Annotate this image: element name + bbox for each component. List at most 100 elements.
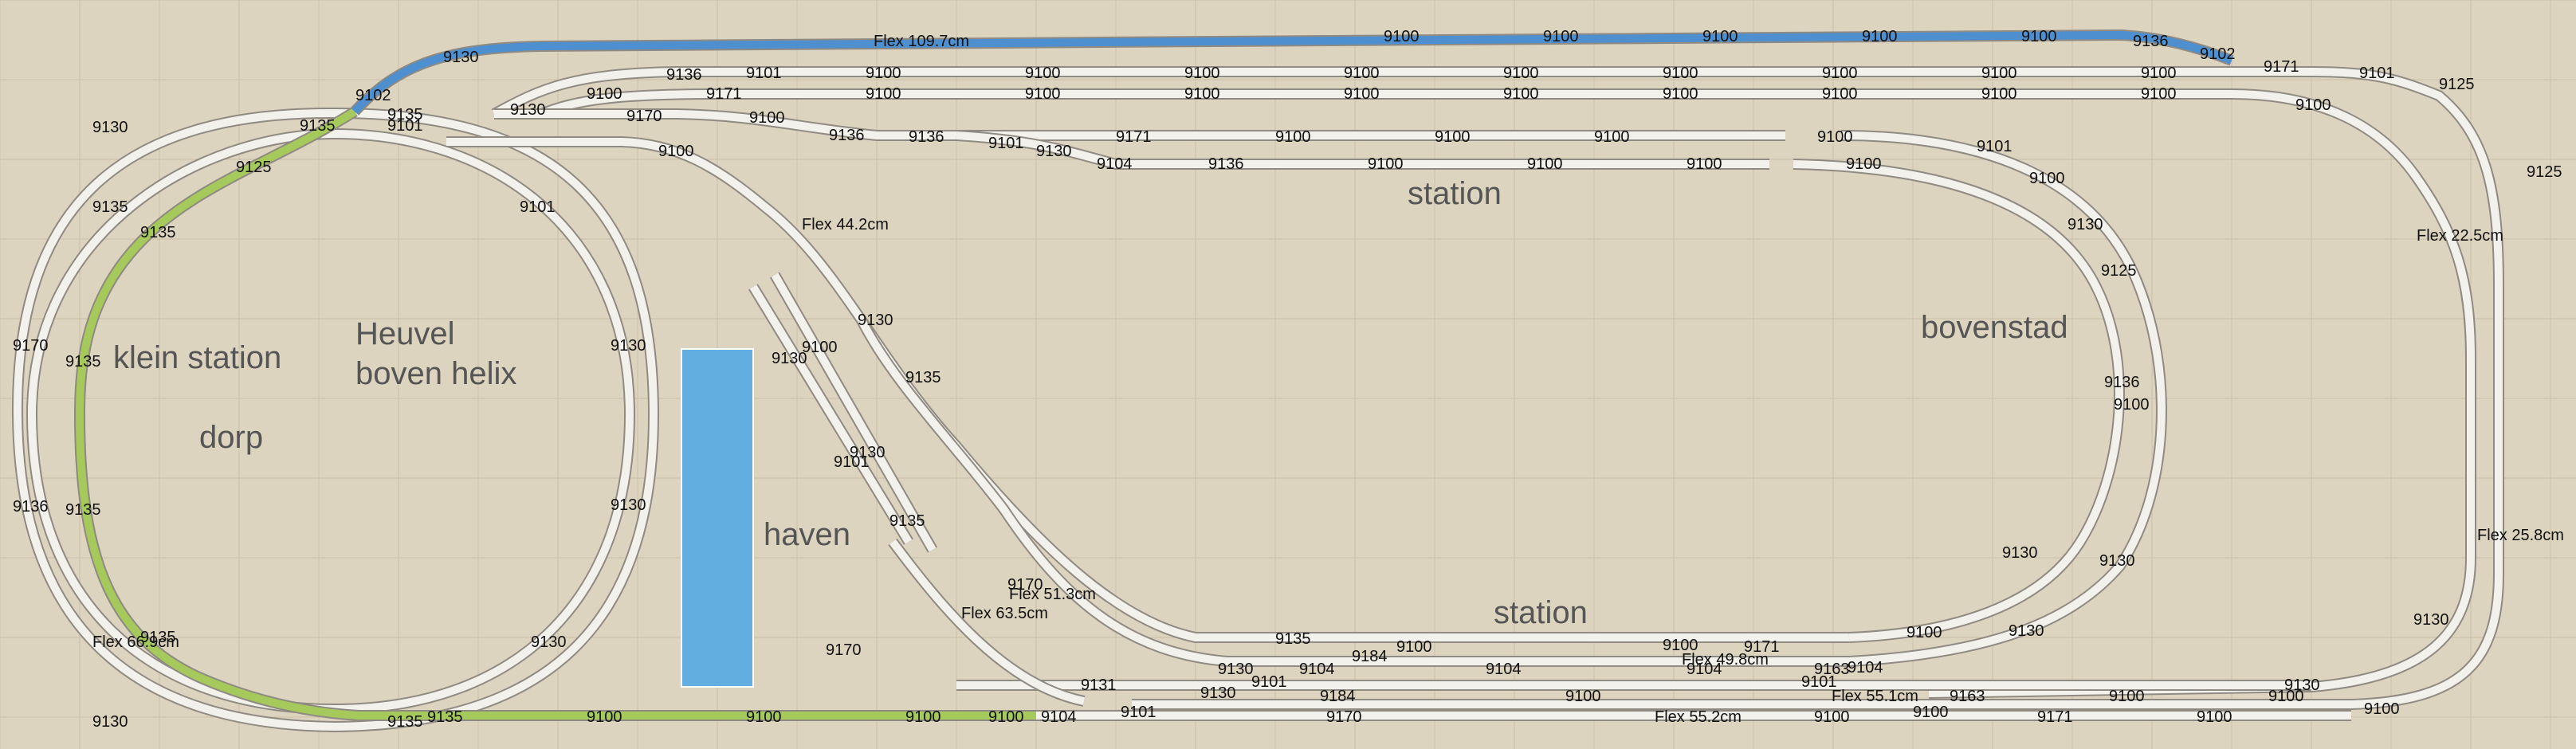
track-piece-label: 9104	[1486, 661, 1522, 678]
track-piece-label: 9100	[2197, 708, 2232, 726]
track-piece-label: 9101	[1121, 704, 1156, 721]
area-heuvel-line2: boven helix	[355, 356, 516, 391]
track-piece-label: 9100	[1384, 28, 1420, 45]
track-piece-label: 9100	[1503, 85, 1539, 103]
track-piece-label: 9135	[300, 117, 336, 135]
track-plan[interactable]: Flex 109.7cm 9100 9100 9100 9100 9100 9136 9102…	[0, 0, 2576, 749]
track-piece-label: 9136	[909, 128, 944, 146]
track-piece-label: 9100	[802, 339, 838, 356]
track-piece-label: 9171	[706, 85, 742, 103]
track-piece-label: 9130	[2002, 544, 2038, 562]
track-piece-label: 9130	[2009, 622, 2044, 640]
track-piece-label: Flex 55.1cm	[1832, 688, 1918, 705]
track-piece-label: 9104	[1848, 659, 1883, 676]
track-piece-label: 9130	[510, 101, 546, 119]
track-piece-label: 9125	[2527, 163, 2562, 181]
track-piece-label: 9100	[1862, 28, 1898, 45]
track-piece-label: 9100	[749, 109, 785, 127]
track-piece-label: 9100	[988, 708, 1024, 726]
track-piece-label: 9100	[866, 65, 901, 82]
track-piece-label: 9130	[858, 312, 893, 329]
track-piece-label: 9100	[1822, 85, 1858, 103]
track-piece-label: 9100	[1184, 65, 1220, 82]
track-piece-label: 9100	[1814, 708, 1850, 726]
track-piece-label: 9136	[2104, 374, 2140, 391]
track-piece-label: 9100	[1344, 85, 1380, 103]
track-piece-label: 9100	[1817, 128, 1853, 146]
track-piece-label: 9100	[1594, 128, 1630, 146]
track-piece-label: 9136	[13, 498, 49, 516]
track-piece-label: 9171	[1116, 128, 1152, 146]
area-dorp: dorp	[199, 420, 263, 455]
track-piece-label: 9135	[1275, 630, 1311, 648]
track-piece-label: 9136	[1208, 155, 1244, 173]
track-piece-label: Flex 51.3cm	[1009, 586, 1096, 603]
area-station-top: station	[1408, 176, 1502, 211]
track-piece-label: 9104	[1299, 661, 1335, 678]
track-piece-label: Flex 55.2cm	[1655, 708, 1742, 726]
track-piece-label: 9130	[1200, 684, 1236, 702]
track-piece-label: 9130	[2067, 216, 2103, 233]
track-piece-label: 9100	[2021, 28, 2057, 45]
harbour-water	[681, 348, 754, 688]
track-piece-label: Flex 22.5cm	[2417, 227, 2503, 245]
track-piece-label: 9101	[988, 135, 1024, 152]
track-piece-label: 9125	[2439, 76, 2475, 93]
track-piece-label: Flex 44.2cm	[802, 216, 889, 233]
track-piece-label: 9171	[2264, 58, 2299, 76]
track-piece-label: 9100	[587, 85, 622, 103]
track-piece-label: 9135	[427, 708, 463, 726]
track-piece-label: 9130	[92, 713, 128, 731]
track-piece-label: 9184	[1320, 688, 1356, 705]
track-piece-label: 9100	[1663, 65, 1698, 82]
area-klein-station: klein station	[113, 340, 281, 375]
track-plan-canvas[interactable]: Flex 109.7cm 9100 9100 9100 9100 9100 9136 9102…	[0, 0, 2576, 749]
track-piece-label: 9170	[626, 108, 662, 125]
track-piece-label: 9100	[1543, 28, 1579, 45]
track-piece-label: 9131	[1081, 676, 1117, 694]
area-heuvel-line1: Heuvel	[355, 316, 455, 351]
track-piece-label: 9100	[1906, 624, 1942, 641]
track-piece-label: 9135	[889, 512, 925, 530]
track-piece-label: 9100	[658, 143, 694, 160]
track-piece-label: Flex 109.7cm	[874, 33, 969, 50]
track-piece-label: 9100	[1503, 65, 1539, 82]
track-piece-label: 9100	[1846, 155, 1882, 173]
track-piece-label: 9100	[1435, 128, 1471, 146]
track-piece-label: 9171	[2037, 708, 2073, 726]
track-piece-label: Flex 63.5cm	[961, 605, 1048, 622]
bovenstad-loop-inner	[1793, 160, 2123, 641]
track-piece-label: 9101	[1251, 673, 1287, 691]
track-piece-label: 9163	[1950, 688, 1985, 705]
track-piece-label: 9184	[1352, 648, 1388, 665]
track-piece-label: 9130	[2099, 552, 2135, 570]
track-piece-label: 9100	[2364, 700, 2400, 718]
track-piece-label: 9135	[905, 369, 941, 386]
track-piece-label: 9101	[746, 65, 782, 82]
track-piece-label: 9136	[829, 127, 865, 144]
track-piece-label: 9100	[1687, 155, 1722, 173]
track-piece-label: 9102	[2200, 45, 2236, 63]
track-piece-label: 9101	[520, 198, 556, 216]
track-piece-label: 9130	[0, 0, 36, 4]
track-piece-label: 9100	[1913, 704, 1949, 721]
track-piece-label: 9100	[746, 708, 782, 726]
track-piece-label: 9100	[1184, 85, 1220, 103]
track-piece-label: 9130	[611, 496, 646, 514]
track-piece-label: 9104	[1041, 708, 1077, 726]
track-piece-label: 9100	[1275, 128, 1311, 146]
track-piece-label: 9100	[2141, 65, 2177, 82]
track-piece-label: 9136	[2133, 33, 2169, 50]
track-piece-label: 9102	[355, 87, 391, 104]
track-piece-label: 9135	[65, 353, 101, 371]
track-piece-label: 9100	[1368, 155, 1404, 173]
track-piece-label: 9100	[1565, 688, 1601, 705]
track-piece-label: 9100	[2029, 170, 2065, 187]
track-piece-label: 9101	[1977, 138, 2012, 155]
track-piece-label: 9100	[866, 85, 901, 103]
track-piece-label: 9130	[1218, 661, 1254, 678]
track-piece-label: 9130	[443, 49, 479, 66]
track-piece-label: 9100	[1025, 65, 1061, 82]
helix-inner-loop-edge	[26, 127, 636, 716]
track-piece-label: 9100	[2268, 688, 2304, 705]
